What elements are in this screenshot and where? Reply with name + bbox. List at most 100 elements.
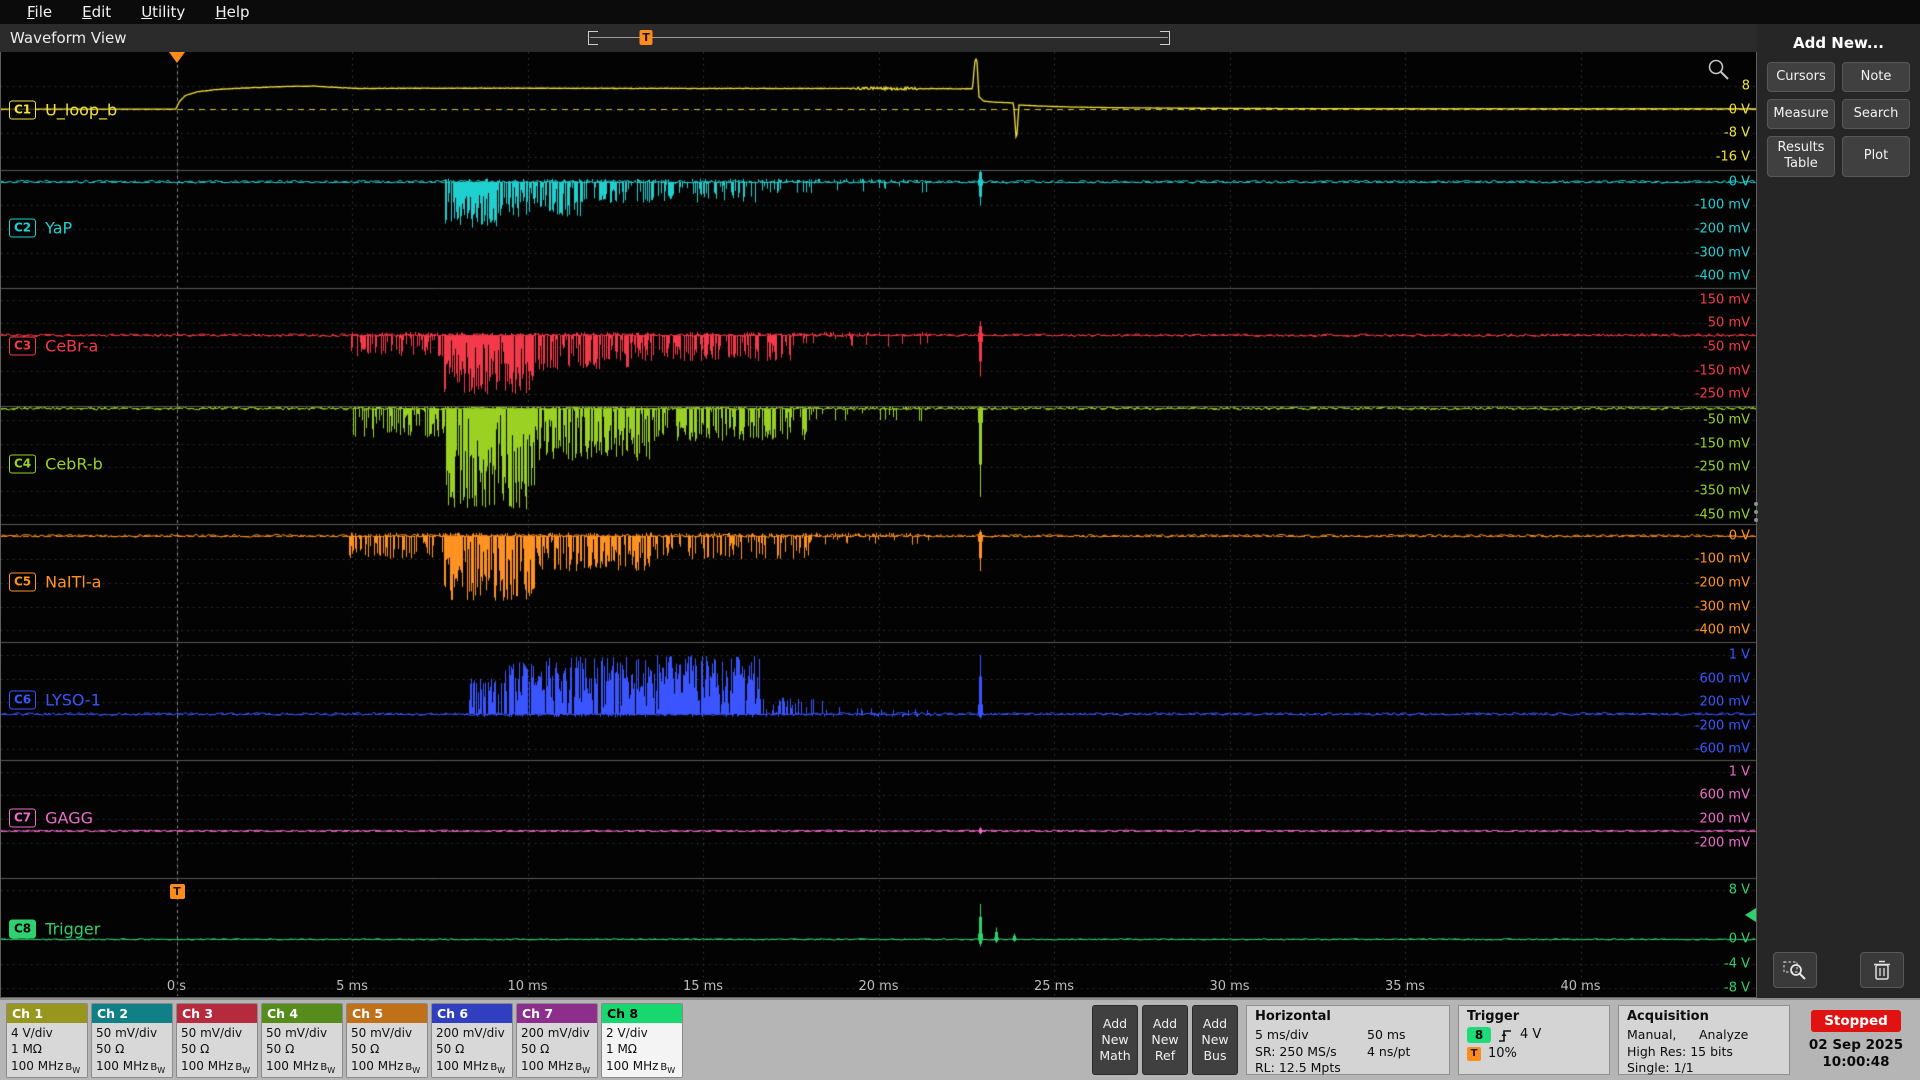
channel-vdiv: 4 V/div <box>11 1025 53 1040</box>
channel-badge-c6[interactable]: C6 <box>9 690 37 710</box>
channel-impedance: 50 Ω <box>521 1042 550 1056</box>
channel-config-ch8[interactable]: Ch 8 2 V/div 1 MΩ 100 MHz BW <box>601 1002 683 1078</box>
channel-bandwidth: 100 MHz BW <box>11 1058 81 1075</box>
waveform-display[interactable]: T C1 U_loop_b 8 0 V -8 V -16 V C2 YaP 0 V -100 mV… <box>0 52 1757 998</box>
scale-label: -8 V <box>1724 125 1750 141</box>
scale-label: -50 mV <box>1703 412 1750 428</box>
scale-label: -4 V <box>1724 956 1750 972</box>
menu-file[interactable]: File <box>12 3 67 21</box>
channel-badge-c8[interactable]: C8 <box>9 919 37 939</box>
scale-label: -150 mV <box>1694 436 1750 452</box>
time-axis-label: 0 s <box>166 979 187 994</box>
panel-grab-handle[interactable] <box>1754 502 1758 522</box>
channel-name-c5: NaITl-a <box>45 572 102 592</box>
add-new-search-button[interactable]: Search <box>1842 99 1910 129</box>
acquisition-settings-panel[interactable]: Acquisition Manual, Analyze High Res: 15… <box>1618 1005 1790 1075</box>
channel-name-c1: U_loop_b <box>45 100 118 120</box>
channel-name-c6: LYSO-1 <box>45 690 101 710</box>
scale-label: 1 V <box>1728 647 1750 663</box>
panel-bottom-buttons <box>1773 952 1904 988</box>
menu-help[interactable]: Help <box>200 3 264 21</box>
scale-label: -350 mV <box>1694 483 1750 499</box>
channel-impedance: 50 Ω <box>181 1042 210 1056</box>
sample-rate: SR: 250 MS/s <box>1255 1043 1337 1059</box>
scale-label: -450 mV <box>1694 507 1750 523</box>
channel-config-ch7[interactable]: Ch 7 200 mV/div 50 Ω 100 MHz BW <box>516 1002 598 1078</box>
channel-badge-c4[interactable]: C4 <box>9 454 37 474</box>
channel-config-ch4[interactable]: Ch 4 50 mV/div 50 Ω 100 MHz BW <box>261 1002 343 1078</box>
trigger-settings-panel[interactable]: Trigger 8 4 V T 10% <box>1458 1005 1610 1075</box>
trigger-level-indicator[interactable] <box>1745 907 1756 922</box>
add-new-ref-button[interactable]: Add New Ref <box>1142 1005 1188 1075</box>
add-new-math-button[interactable]: Add New Math <box>1092 1005 1138 1075</box>
trash-button[interactable] <box>1860 952 1904 988</box>
sample-resolution: 4 ns/pt <box>1367 1043 1411 1059</box>
trigger-title: Trigger <box>1467 1009 1520 1024</box>
channel-impedance: 50 Ω <box>266 1042 295 1056</box>
trigger-source-marker[interactable]: T <box>169 884 185 899</box>
channel-config-header: Ch 5 <box>347 1003 427 1023</box>
time-label: 10:00:48 <box>1822 1053 1890 1070</box>
record-view-left-bracket <box>588 31 598 45</box>
channel-config-ch6[interactable]: Ch 6 200 mV/div 50 Ω 100 MHz BW <box>431 1002 513 1078</box>
channel-config-body: 4 V/div 1 MΩ 100 MHz BW <box>7 1022 87 1077</box>
channel-label-c8[interactable]: C8 Trigger <box>9 919 101 939</box>
scale-label: 0 V <box>1728 931 1750 947</box>
trigger-position-marker[interactable]: T <box>639 30 653 45</box>
channel-name-c8: Trigger <box>45 919 101 939</box>
horizontal-position-bar[interactable]: T <box>588 30 1170 45</box>
channel-badge-c3[interactable]: C3 <box>9 336 37 356</box>
channel-badge-c2[interactable]: C2 <box>9 218 37 238</box>
channel-label-c3[interactable]: C3 CeBr-a <box>9 336 99 356</box>
scale-label: 200 mV <box>1699 694 1750 710</box>
channel-config-ch2[interactable]: Ch 2 50 mV/div 50 Ω 100 MHz BW <box>91 1002 173 1078</box>
zoom-glass-icon[interactable] <box>1706 57 1732 83</box>
channel-badge-c5[interactable]: C5 <box>9 572 37 592</box>
channel-config-body: 200 mV/div 50 Ω 100 MHz BW <box>432 1022 512 1077</box>
menu-edit[interactable]: Edit <box>67 3 126 21</box>
channel-badge-c1[interactable]: C1 <box>9 100 37 120</box>
scale-label: -150 mV <box>1694 363 1750 379</box>
channel-config-body: 50 mV/div 50 Ω 100 MHz BW <box>177 1022 257 1077</box>
horizontal-settings-panel[interactable]: Horizontal 5 ms/div 50 ms SR: 250 MS/s 4… <box>1246 1005 1450 1075</box>
time-axis-label: 10 ms <box>507 979 548 994</box>
channel-config-ch1[interactable]: Ch 1 4 V/div 1 MΩ 100 MHz BW <box>6 1002 88 1078</box>
channel-impedance: 50 Ω <box>351 1042 380 1056</box>
status-bar: Ch 14 V/div 1 MΩ 100 MHz BW Ch 2 50 mV/div 50 … <box>0 998 1920 1080</box>
channel-vdiv: 2 V/div <box>606 1025 648 1040</box>
channel-config-body: 50 mV/div 50 Ω 100 MHz BW <box>92 1022 172 1077</box>
add-new-note-button[interactable]: Note <box>1842 62 1910 92</box>
add-new-bus-button[interactable]: Add New Bus <box>1192 1005 1238 1075</box>
channel-label-c1[interactable]: C1 U_loop_b <box>9 100 118 120</box>
waveform-canvas[interactable] <box>1 52 1756 996</box>
channel-label-c5[interactable]: C5 NaITl-a <box>9 572 102 592</box>
channel-config-ch3[interactable]: Ch 3 50 mV/div 50 Ω 100 MHz BW <box>176 1002 258 1078</box>
channel-config-body: 200 mV/div 50 Ω 100 MHz BW <box>517 1022 597 1077</box>
menu-utility[interactable]: Utility <box>126 3 200 21</box>
scale-label: -300 mV <box>1694 245 1750 261</box>
channel-bandwidth: 100 MHz BW <box>606 1058 676 1075</box>
add-new-plot-button[interactable]: Plot <box>1842 136 1910 177</box>
channel-config-header: Ch 4 <box>262 1003 342 1023</box>
add-new-results-table-button[interactable]: Results Table <box>1767 136 1835 177</box>
channel-bandwidth: 100 MHz BW <box>436 1058 506 1075</box>
channel-bandwidth: 100 MHz BW <box>181 1058 251 1075</box>
horizontal-window: 50 ms <box>1367 1027 1406 1042</box>
channel-label-c2[interactable]: C2 YaP <box>9 218 72 238</box>
scale-label: -100 mV <box>1694 197 1750 213</box>
add-new-measure-button[interactable]: Measure <box>1767 99 1835 129</box>
time-axis-label: 5 ms <box>336 979 368 994</box>
channel-config-body: 2 V/div 1 MΩ 100 MHz BW <box>602 1022 682 1077</box>
zoom-mode-button[interactable] <box>1773 952 1817 988</box>
scale-label: 600 mV <box>1699 787 1750 803</box>
channel-badge-c7[interactable]: C7 <box>9 808 37 828</box>
channel-name-c3: CeBr-a <box>45 336 99 356</box>
channel-label-c6[interactable]: C6 LYSO-1 <box>9 690 101 710</box>
scale-label: 50 mV <box>1707 315 1750 331</box>
trigger-position-indicator[interactable] <box>168 52 185 63</box>
channel-label-c7[interactable]: C7 GAGG <box>9 808 93 828</box>
add-new-cursors-button[interactable]: Cursors <box>1767 62 1835 92</box>
channel-config-ch5[interactable]: Ch 5 50 mV/div 50 Ω 100 MHz BW <box>346 1002 428 1078</box>
add-new-group: Add New Math Add New Ref Add New Bus <box>1092 1005 1238 1075</box>
channel-label-c4[interactable]: C4 CebR-b <box>9 454 103 474</box>
